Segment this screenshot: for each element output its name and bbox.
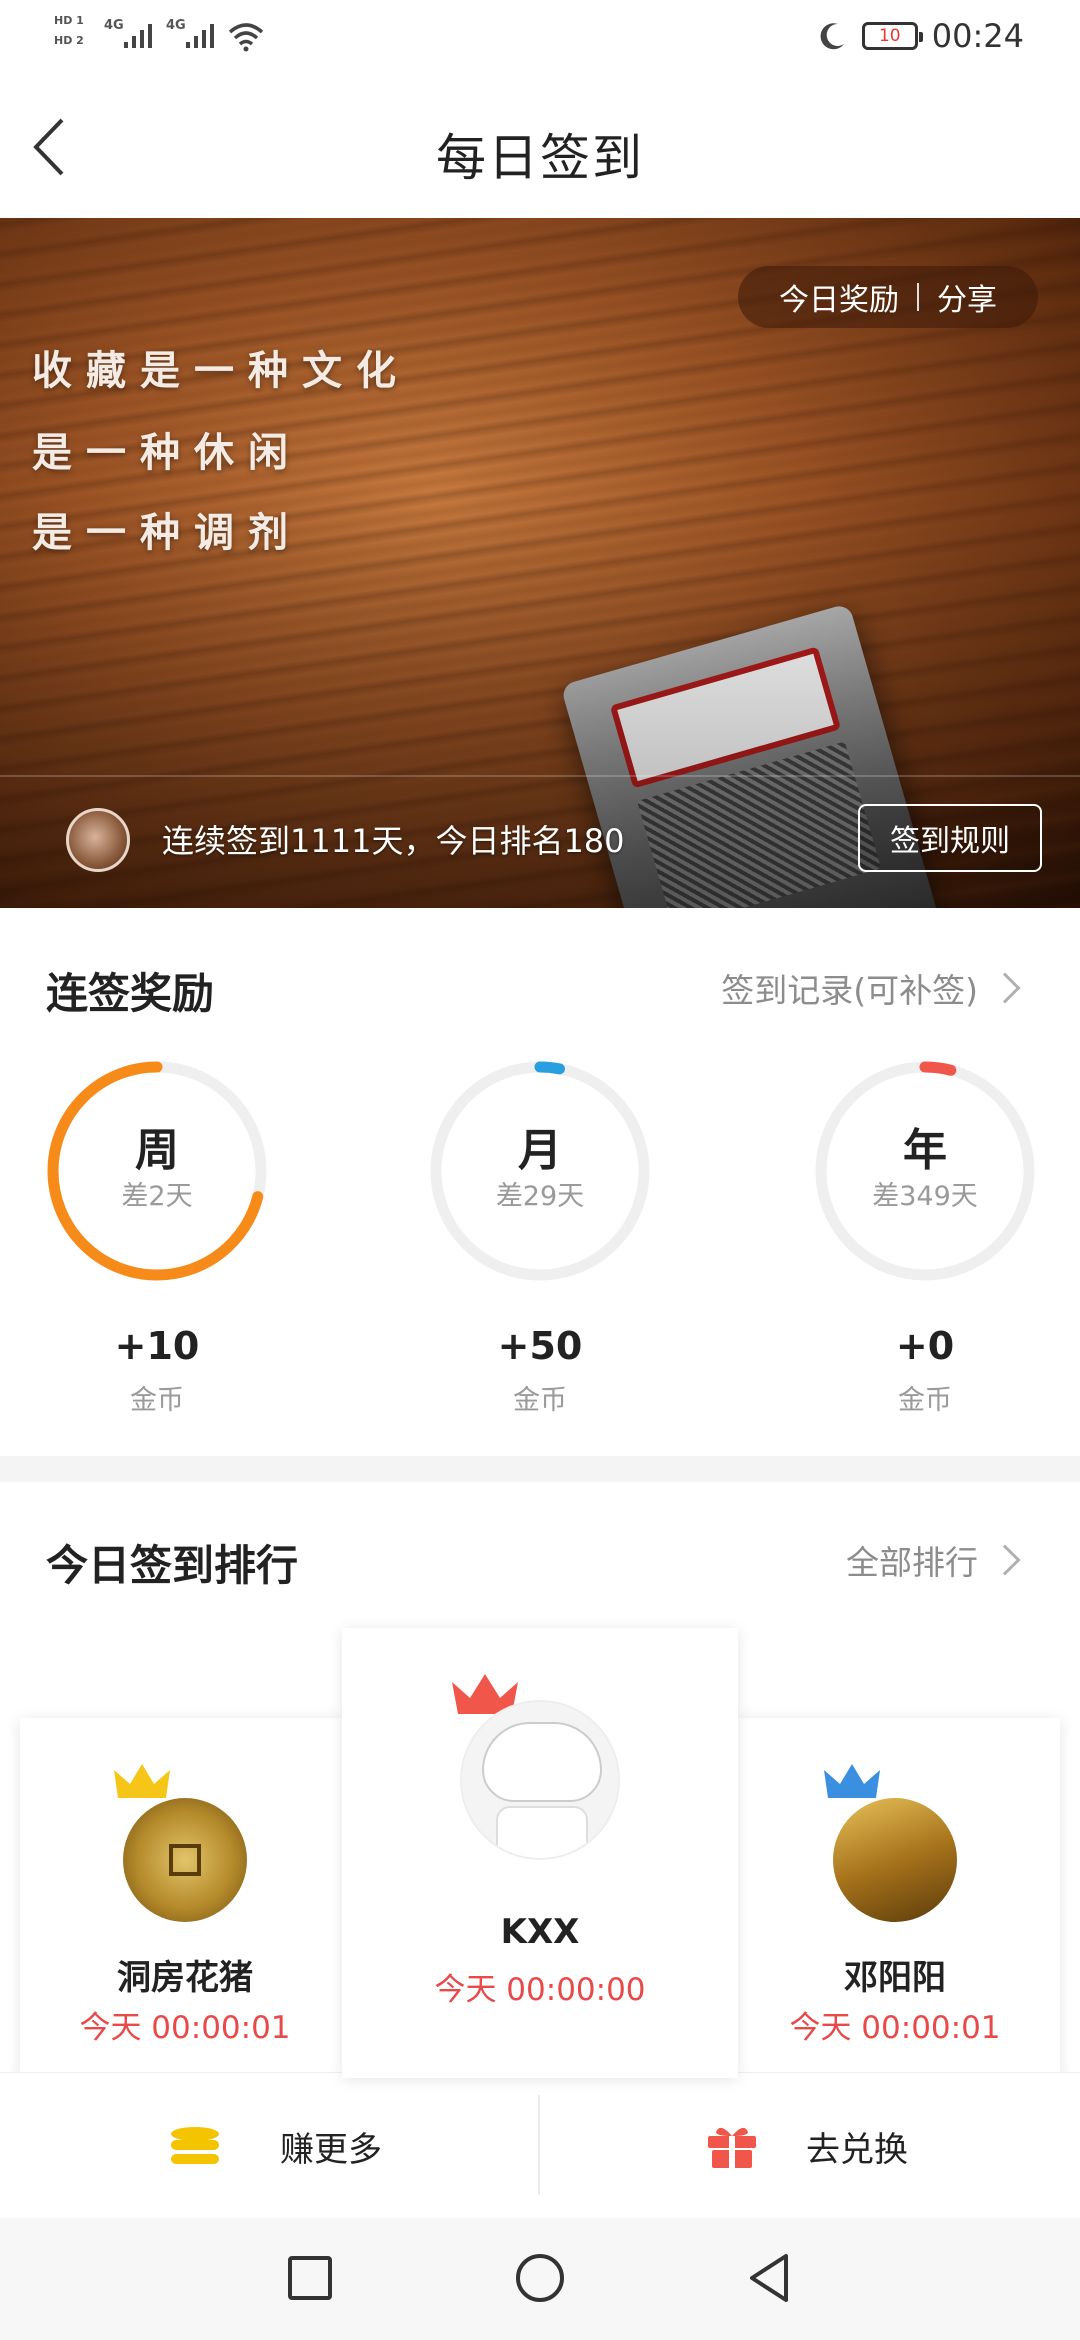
- bottom-action-bar: 赚更多 去兑换: [0, 2072, 1080, 2218]
- hd-label-1: HD 1: [54, 14, 84, 27]
- avatar-shirt: [496, 1806, 588, 1858]
- streak-rewards-section: 连签奖励 签到记录(可补签) 周 差2天 +10 金币 月 差29天 +50 金…: [0, 908, 1080, 1456]
- status-bar: HD 1 HD 2 4G 4G 10 00:24: [0, 0, 1080, 72]
- clock: 00:24: [931, 17, 1024, 55]
- all-ranking-link[interactable]: 全部排行: [846, 1536, 1021, 1584]
- home-button[interactable]: [510, 2248, 570, 2308]
- earn-more-label: 赚更多: [280, 2129, 382, 2170]
- avatar: [833, 1798, 957, 1922]
- coin-unit: 金币: [513, 1385, 567, 1416]
- reward-week[interactable]: 周 差2天 +10 金币: [42, 1056, 272, 1416]
- status-right: 10 00:24: [816, 16, 1024, 56]
- reward-period: 年: [903, 1125, 947, 1176]
- checkin-record-link[interactable]: 签到记录(可补签): [721, 964, 1021, 1012]
- avatar-face: [482, 1722, 602, 1802]
- avatar: [460, 1700, 620, 1860]
- reward-month[interactable]: 月 差29天 +50 金币: [425, 1056, 655, 1416]
- streak-summary: 连续签到1111天，今日排名180: [162, 822, 625, 860]
- moon-icon: [820, 23, 844, 50]
- coin-unit: 金币: [130, 1385, 184, 1416]
- share-link[interactable]: 分享: [937, 275, 997, 319]
- coin-unit: 金币: [898, 1385, 952, 1416]
- avatar[interactable]: [66, 808, 130, 872]
- back-nav-button[interactable]: [740, 2248, 800, 2308]
- days-remaining: 差2天: [121, 1181, 193, 1212]
- network-label-1: 4G: [104, 18, 124, 33]
- crown-icon: [114, 1764, 170, 1798]
- rank-username: 洞房花猪: [117, 1958, 253, 1998]
- coin-reward: +0: [895, 1324, 955, 1368]
- divider: [917, 283, 919, 311]
- rank-checkin-time: 今天 00:00:01: [79, 2010, 291, 2046]
- rank-card[interactable]: 邓阳阳 今天 00:00:01: [730, 1718, 1060, 2078]
- reward-year[interactable]: 年 差349天 +0 金币: [810, 1056, 1040, 1416]
- signal-indicators: HD 1 HD 2 4G 4G: [54, 14, 264, 60]
- exchange-label: 去兑换: [806, 2129, 908, 2170]
- signal-icon: [124, 24, 152, 48]
- gift-icon: [708, 2127, 756, 2168]
- coin-reward: +50: [497, 1324, 583, 1368]
- hd-label-2: HD 2: [54, 34, 84, 47]
- checkin-rules-button[interactable]: 签到规则: [858, 804, 1042, 872]
- signal-icon-2: [186, 24, 214, 48]
- rank-card[interactable]: 洞房花猪 今天 00:00:01: [20, 1718, 350, 2078]
- exchange-button[interactable]: 去兑换: [706, 2073, 908, 2219]
- checkin-record-label: 签到记录(可补签): [721, 971, 978, 1010]
- today-reward-link[interactable]: 今日奖励: [779, 275, 899, 319]
- section-title: 今日签到排行: [46, 1541, 299, 1590]
- chevron-right-icon: [989, 972, 1021, 1004]
- reward-share-pill: 今日奖励 分享: [738, 266, 1038, 328]
- slogan-line: 是一种调剂: [32, 510, 302, 556]
- wifi-icon: [228, 23, 264, 52]
- system-navigation-bar: [0, 2218, 1080, 2340]
- all-ranking-label: 全部排行: [846, 1543, 978, 1582]
- battery-level: 10: [878, 26, 901, 46]
- days-remaining: 差349天: [872, 1181, 978, 1212]
- section-divider: [0, 1456, 1080, 1482]
- rank-username: KXX: [500, 1912, 580, 1952]
- divider: [538, 2095, 540, 2195]
- coin-hole: [169, 1844, 201, 1876]
- crown-icon: [824, 1764, 880, 1798]
- rank-checkin-time: 今天 00:00:01: [789, 2010, 1001, 2046]
- divider: [0, 775, 1080, 777]
- days-remaining: 差29天: [495, 1181, 585, 1212]
- rank-username: 邓阳阳: [844, 1958, 946, 1998]
- slogan-line: 是一种休闲: [32, 430, 302, 476]
- rank-card[interactable]: KXX 今天 00:00:00: [342, 1628, 738, 2078]
- section-title: 连签奖励: [46, 969, 215, 1018]
- rank-checkin-time: 今天 00:00:00: [434, 1972, 646, 2008]
- network-label-2: 4G: [166, 18, 186, 33]
- coin-reward: +10: [114, 1324, 200, 1368]
- coins-icon: [171, 2127, 219, 2164]
- recent-apps-button[interactable]: [280, 2248, 340, 2308]
- app-header: 每日签到: [0, 72, 1080, 218]
- reward-period: 周: [135, 1125, 179, 1176]
- slogan-line: 收藏是一种文化: [32, 348, 410, 394]
- avatar: [123, 1798, 247, 1922]
- page-title: 每日签到: [436, 129, 644, 187]
- chevron-right-icon: [989, 1544, 1021, 1576]
- ranking-section: 今日签到排行 全部排行 洞房花猪 今天 00:00:01 KXX 今天 00:0…: [0, 1482, 1080, 2078]
- battery-icon: 10: [861, 22, 923, 50]
- reward-period: 月: [518, 1125, 562, 1176]
- earn-more-button[interactable]: 赚更多: [168, 2073, 382, 2219]
